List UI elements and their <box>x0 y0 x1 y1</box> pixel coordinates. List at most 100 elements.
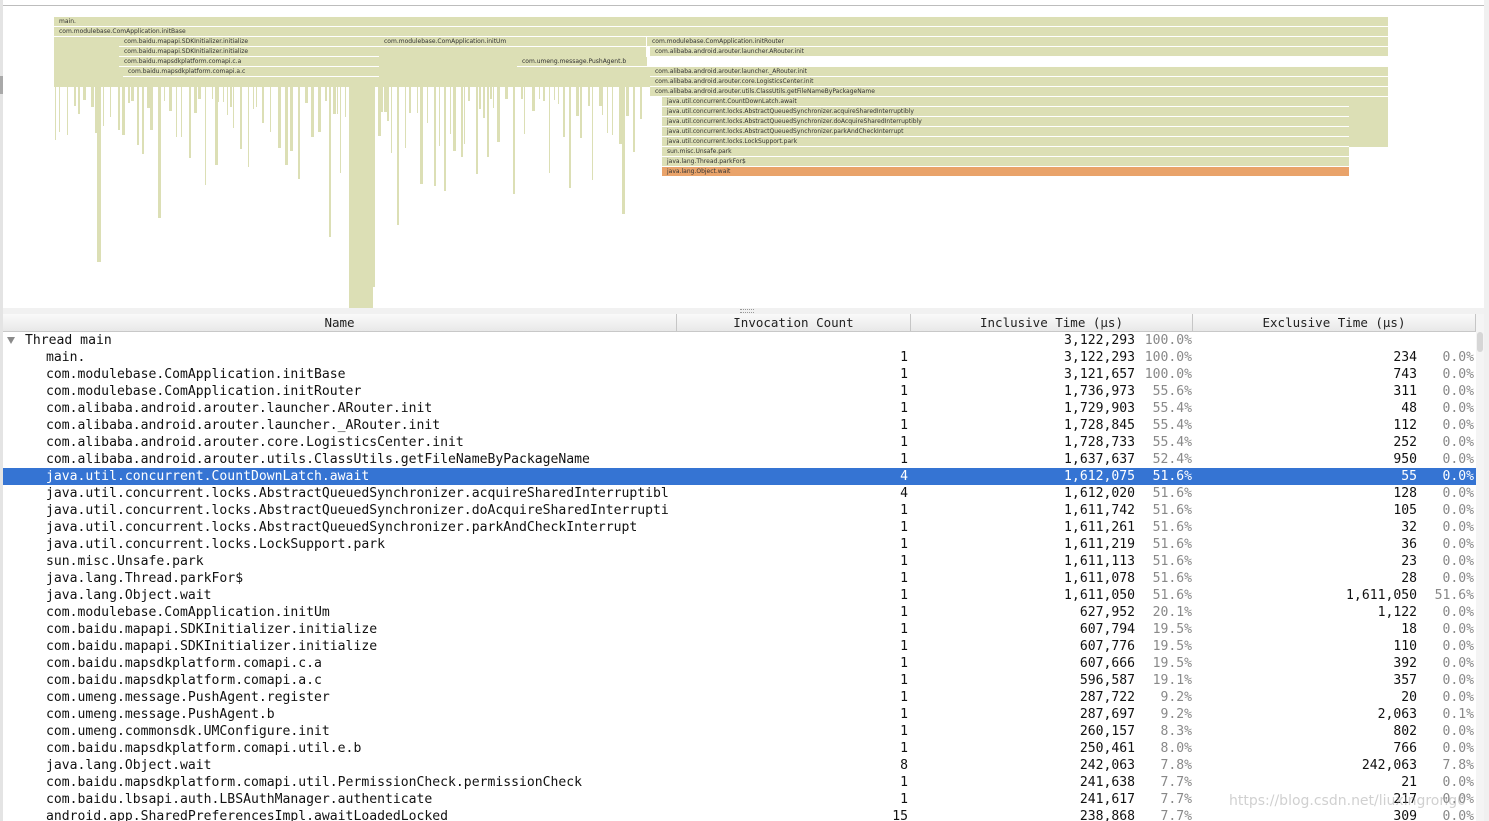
flame-frame[interactable] <box>318 87 321 132</box>
flame-frame[interactable]: com.modulebase.ComApplication.initUm <box>379 37 646 46</box>
expand-arrow-icon[interactable] <box>7 337 15 344</box>
table-row[interactable]: com.alibaba.android.arouter.launcher.ARo… <box>3 400 1476 417</box>
flame-frame[interactable] <box>602 87 603 115</box>
flame-frame[interactable] <box>490 87 492 99</box>
flame-frame[interactable] <box>212 87 213 99</box>
table-row[interactable]: java.lang.Object.wait 8 242,063 7.8% 242,063… <box>3 757 1476 774</box>
flame-frame[interactable] <box>373 87 375 287</box>
flame-frame[interactable] <box>131 87 134 101</box>
flame-frame[interactable] <box>450 87 451 134</box>
table-row[interactable]: sun.misc.Unsafe.park 1 1,611,113 51.6% 23 0.0… <box>3 553 1476 570</box>
flame-frame[interactable] <box>128 87 130 103</box>
flame-frame[interactable] <box>409 87 411 113</box>
flame-frame[interactable]: java.util.concurrent.CountDownLatch.awai… <box>662 97 1349 106</box>
flame-frame[interactable] <box>198 87 201 99</box>
flame-frame[interactable] <box>262 87 264 123</box>
table-row[interactable]: com.baidu.mapsdkplatform.comapi.util.Per… <box>3 774 1476 791</box>
table-row[interactable]: java.util.concurrent.CountDownLatch.awai… <box>3 468 1476 485</box>
flame-frame[interactable]: sun.misc.Unsafe.park <box>662 147 1349 156</box>
flame-frame[interactable] <box>329 87 331 237</box>
flame-frame[interactable] <box>476 87 478 174</box>
flame-frame[interactable] <box>405 87 406 148</box>
flame-chart-panel[interactable]: main. com.modulebase.ComApplication.initB… <box>3 5 1484 309</box>
flame-frame[interactable] <box>521 87 523 99</box>
flame-frame[interactable] <box>194 87 197 113</box>
flame-frame[interactable] <box>227 87 228 115</box>
table-row[interactable]: com.alibaba.android.arouter.core.Logisti… <box>3 434 1476 451</box>
flame-frame[interactable] <box>513 87 515 194</box>
splitter-grip-icon[interactable] <box>740 309 754 313</box>
flame-frame[interactable]: com.modulebase.ComApplication.initRouter <box>647 37 1388 46</box>
flame-frame[interactable] <box>110 87 111 117</box>
flame-frame[interactable] <box>298 87 300 179</box>
flame-frame[interactable] <box>337 87 338 114</box>
scrollbar-thumb[interactable] <box>1477 332 1483 352</box>
flame-frame[interactable] <box>91 87 94 107</box>
table-row[interactable]: com.modulebase.ComApplication.initUm 1 627… <box>3 604 1476 621</box>
flame-frame[interactable] <box>248 87 249 167</box>
flame-frame[interactable] <box>444 87 446 191</box>
flame-frame[interactable] <box>539 87 540 99</box>
flame-frame[interactable]: main. <box>54 17 1388 26</box>
flame-frame[interactable] <box>1349 97 1388 107</box>
flame-frame[interactable] <box>622 87 625 214</box>
flame-frame[interactable]: java.util.concurrent.locks.AbstractQueue… <box>662 117 1349 126</box>
flame-frame[interactable] <box>379 47 646 57</box>
flame-frame[interactable] <box>240 87 242 149</box>
table-row[interactable]: android.app.SharedPreferencesImpl.awaitL… <box>3 808 1476 821</box>
flame-frame[interactable] <box>576 87 579 116</box>
table-row[interactable]: com.baidu.mapapi.SDKInitializer.initiali… <box>3 621 1476 638</box>
table-row[interactable]: com.baidu.mapsdkplatform.comapi.c.a 1 607,… <box>3 655 1476 672</box>
thread-row[interactable]: Thread main 3,122,293 100.0% <box>3 332 1476 349</box>
flame-frame[interactable] <box>74 87 76 106</box>
flame-frame[interactable]: com.baidu.mapapi.SDKInitializer.initiali… <box>119 47 380 56</box>
table-row[interactable]: java.lang.Object.wait 1 1,611,050 51.6% 1,61… <box>3 587 1476 604</box>
flame-frame[interactable]: com.alibaba.android.arouter.launcher._AR… <box>650 67 1388 76</box>
table-row[interactable]: com.modulebase.ComApplication.initBase 1 3… <box>3 366 1476 383</box>
flame-frame[interactable] <box>285 87 288 165</box>
table-row[interactable]: com.baidu.mapapi.SDKInitializer.initiali… <box>3 638 1476 655</box>
flame-frame[interactable]: java.util.concurrent.locks.LockSupport.p… <box>662 137 1349 146</box>
flame-frame[interactable] <box>549 87 550 173</box>
flame-frame[interactable] <box>588 87 590 106</box>
table-row[interactable]: com.baidu.mapsdkplatform.comapi.util.e.b… <box>3 740 1476 757</box>
flame-frame[interactable] <box>1349 127 1388 137</box>
flame-frame[interactable] <box>607 87 608 133</box>
flame-frame[interactable] <box>59 87 60 132</box>
flame-frame[interactable] <box>487 87 489 157</box>
flame-frame[interactable] <box>381 87 383 112</box>
flame-frame[interactable] <box>233 87 234 128</box>
flame-frame[interactable]: com.baidu.mapapi.SDKInitializer.initiali… <box>119 37 380 46</box>
flame-frame[interactable]: java.lang.Thread.parkFor$ <box>662 157 1349 166</box>
table-row[interactable]: com.baidu.mapsdkplatform.comapi.a.c 1 596,… <box>3 672 1476 689</box>
flame-frame[interactable] <box>1349 107 1388 117</box>
flame-frame[interactable]: com.umeng.message.PushAgent.b <box>517 57 647 66</box>
flame-frame[interactable] <box>164 87 165 101</box>
flame-frame[interactable]: com.alibaba.android.arouter.core.Logisti… <box>650 77 1388 86</box>
flame-frame[interactable] <box>205 87 206 185</box>
flame-frame[interactable] <box>55 87 56 140</box>
flame-frame[interactable] <box>558 87 559 104</box>
flame-frame[interactable] <box>1349 117 1388 127</box>
flame-frame[interactable]: com.alibaba.android.arouter.utils.ClassU… <box>650 87 1388 96</box>
flame-frame[interactable] <box>563 87 565 137</box>
flame-frame[interactable] <box>54 67 123 77</box>
flame-frame[interactable]: java.util.concurrent.locks.AbstractQueue… <box>662 127 1349 136</box>
table-row[interactable]: java.util.concurrent.locks.AbstractQueue… <box>3 485 1476 502</box>
column-header-invocation-count[interactable]: Invocation Count <box>677 314 911 331</box>
table-row[interactable]: java.lang.Thread.parkFor$ 1 1,611,078 51.6%… <box>3 570 1476 587</box>
flame-frame[interactable] <box>397 87 399 225</box>
flame-frame[interactable] <box>524 87 525 134</box>
flame-frame[interactable] <box>387 87 389 121</box>
flame-frame[interactable] <box>270 87 271 132</box>
flame-frame[interactable] <box>464 87 465 144</box>
flame-frame[interactable] <box>311 87 314 137</box>
flame-frame[interactable]: com.baidu.mapsdkplatform.comapi.a.c <box>123 67 380 76</box>
flame-frame[interactable] <box>612 87 613 135</box>
table-row[interactable]: com.umeng.message.PushAgent.b 1 287,697 9.2… <box>3 706 1476 723</box>
flame-frame[interactable] <box>468 87 470 101</box>
flame-frame[interactable] <box>83 87 86 100</box>
flame-frame[interactable] <box>290 87 293 151</box>
flame-frame[interactable] <box>169 87 172 111</box>
flame-frame[interactable] <box>505 87 508 99</box>
